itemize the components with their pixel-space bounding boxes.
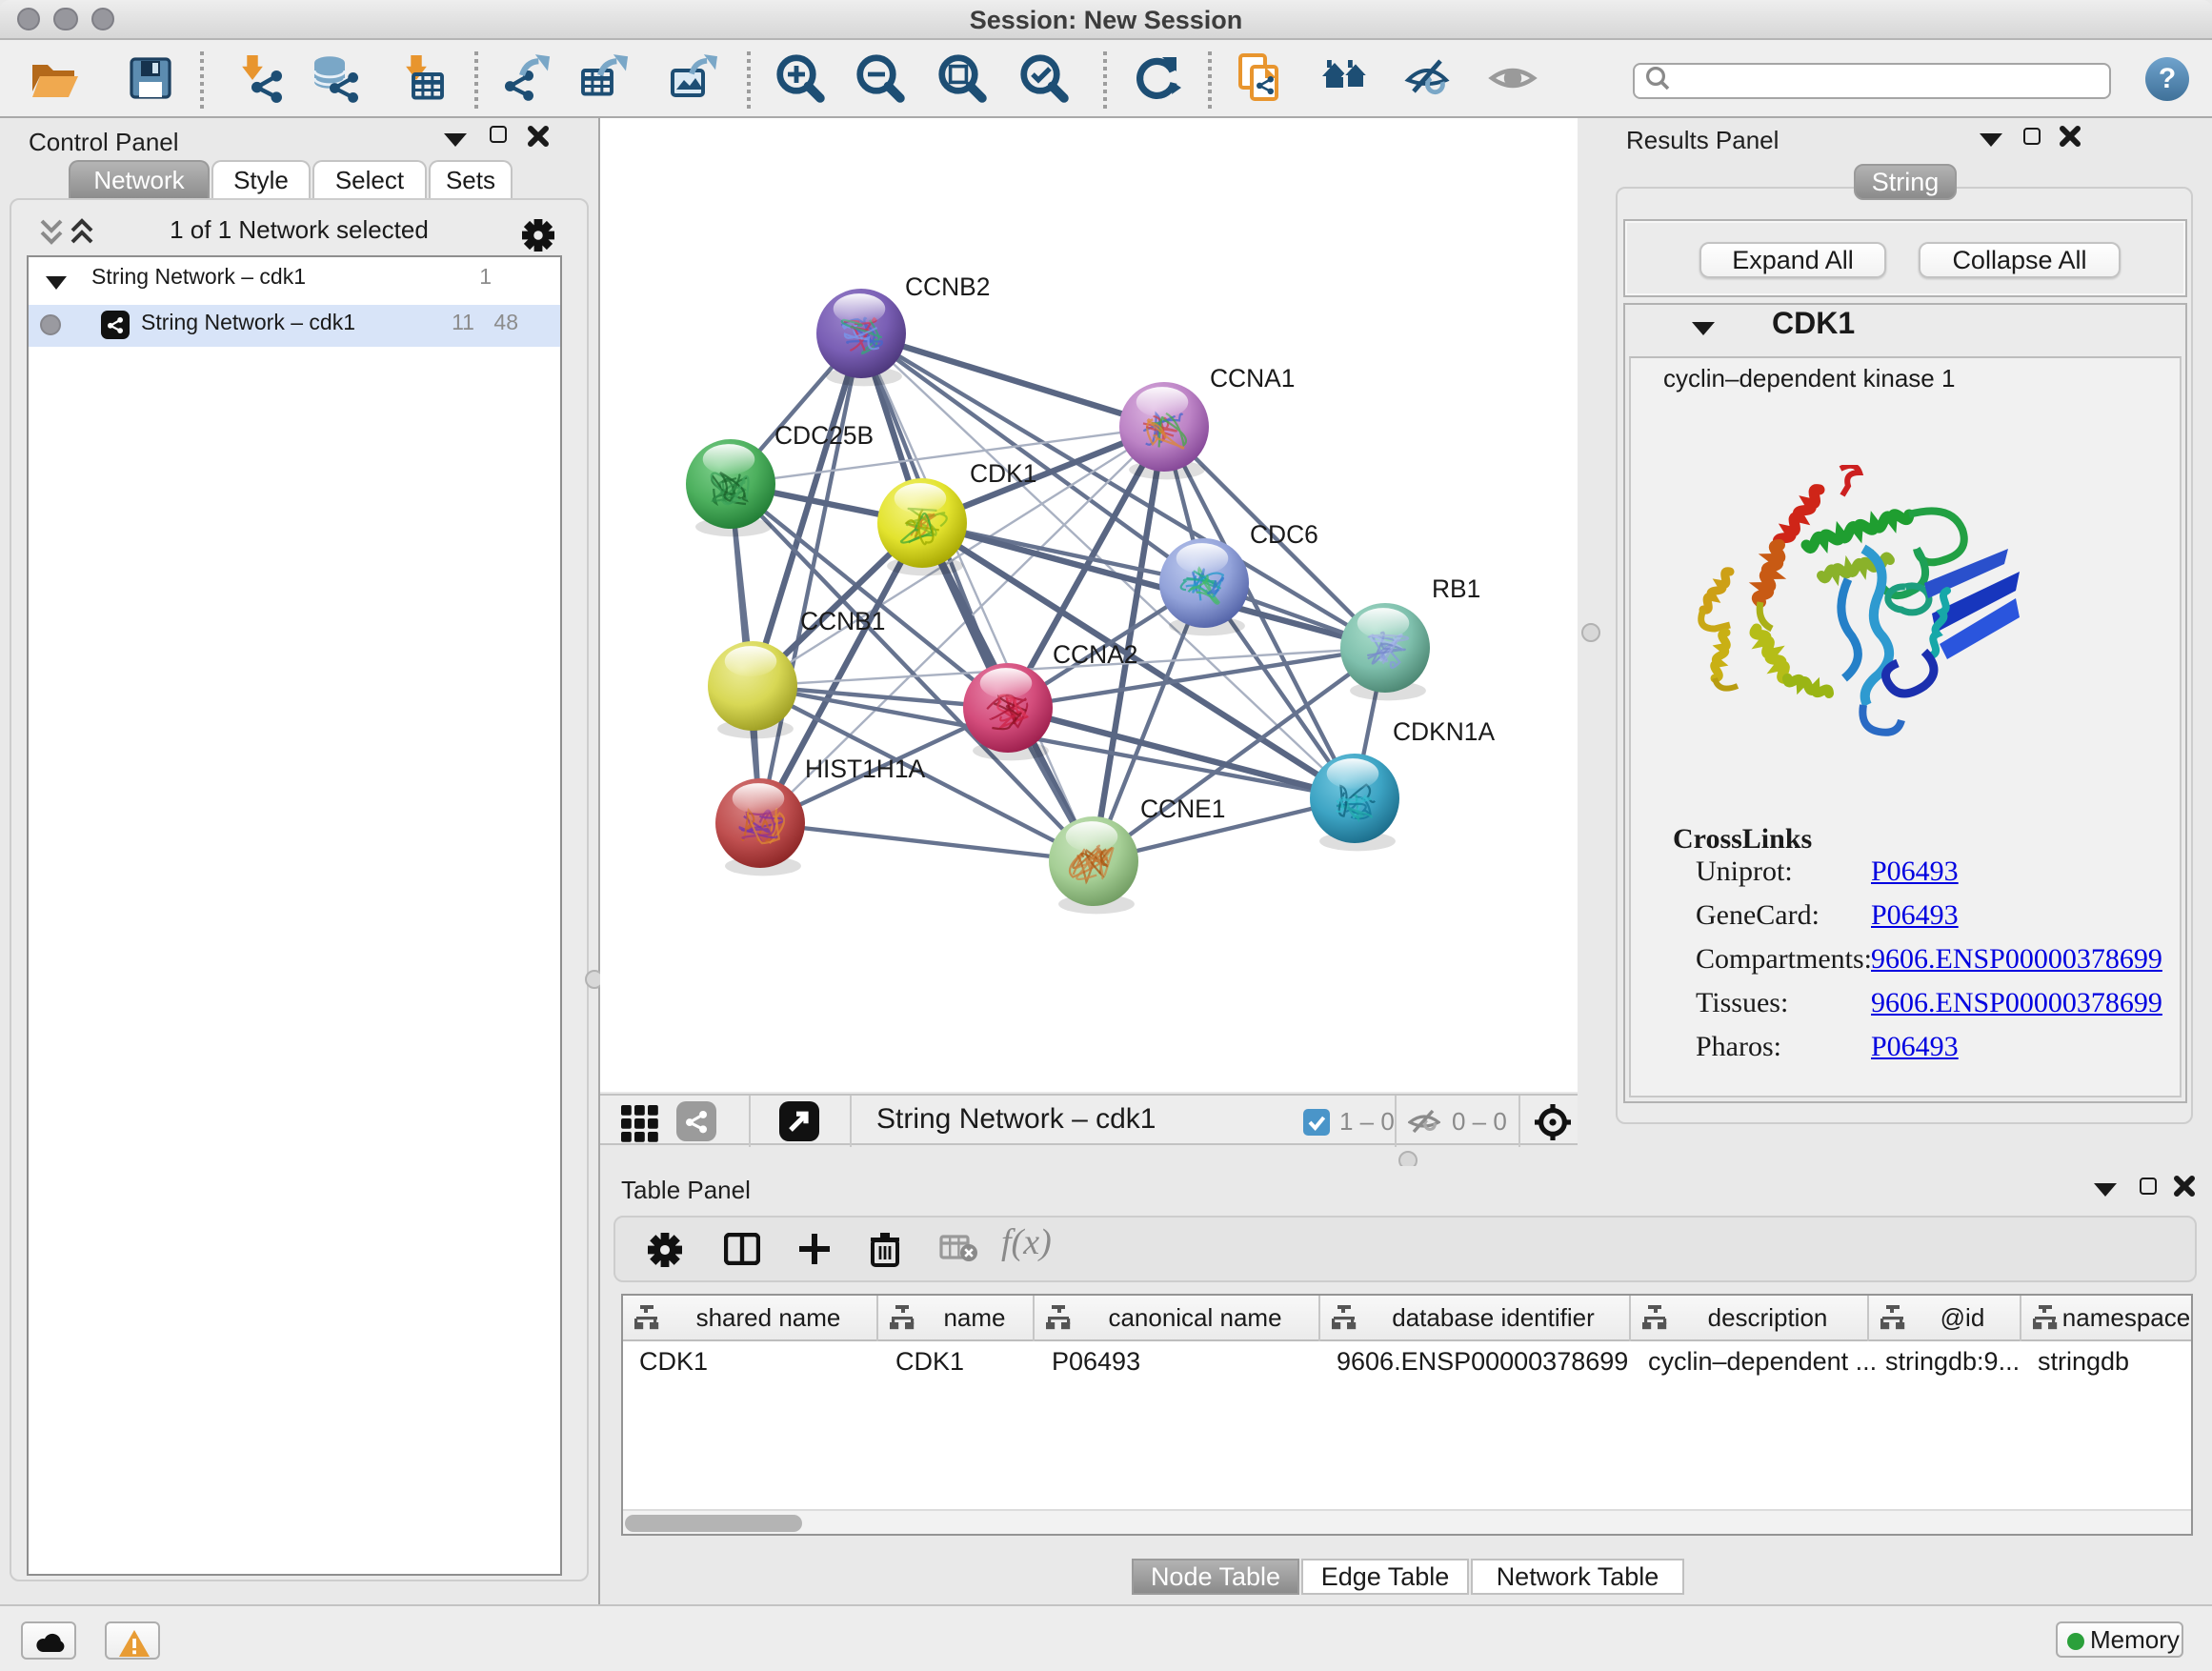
svg-text:CCNA2: CCNA2 — [1053, 640, 1137, 669]
svg-text:CDC25B: CDC25B — [774, 421, 874, 450]
svg-text:HIST1H1A: HIST1H1A — [805, 755, 926, 783]
svg-text:RB1: RB1 — [1432, 574, 1480, 603]
svg-text:CDKN1A: CDKN1A — [1393, 717, 1495, 746]
svg-text:CCNB1: CCNB1 — [800, 607, 885, 635]
svg-text:CDC6: CDC6 — [1250, 520, 1318, 549]
svg-text:CCNE1: CCNE1 — [1140, 795, 1225, 823]
svg-text:CCNB2: CCNB2 — [905, 272, 990, 301]
svg-text:CDK1: CDK1 — [970, 459, 1036, 488]
svg-text:CCNA1: CCNA1 — [1210, 364, 1295, 393]
